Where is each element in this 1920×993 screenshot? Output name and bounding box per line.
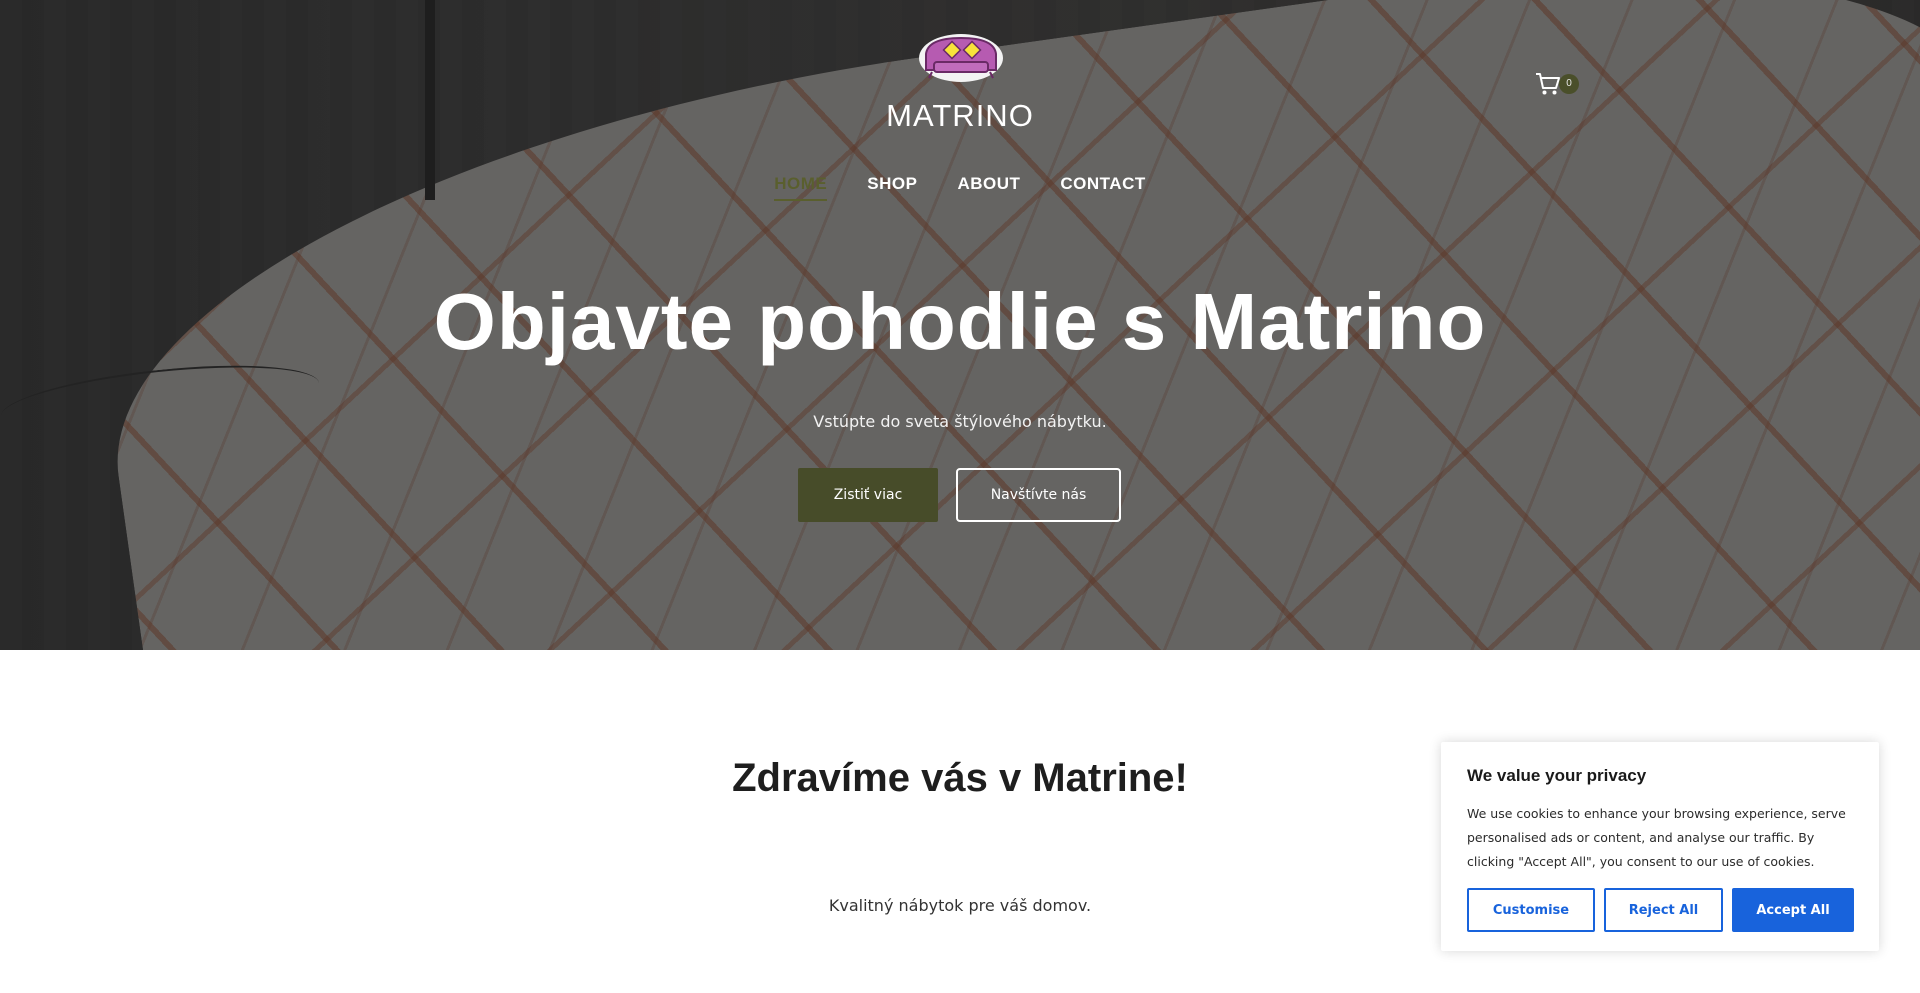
hero-title: Objavte pohodlie s Matrino (433, 277, 1487, 366)
nav-item-contact[interactable]: CONTACT (1060, 174, 1145, 201)
cart-icon (1536, 73, 1560, 95)
brand-name[interactable]: MATRINO (0, 98, 1920, 134)
customise-button[interactable]: Customise (1467, 888, 1595, 932)
nav-item-home[interactable]: HOME (774, 174, 828, 201)
cookie-title: We value your privacy (1467, 766, 1647, 785)
visit-us-button[interactable]: Navštívte nás (956, 468, 1121, 522)
hero-subtitle: Vstúpte do sveta štýlového nábytku. (813, 412, 1107, 431)
nav-item-shop[interactable]: SHOP (867, 174, 917, 201)
sofa-logo-icon[interactable] (916, 32, 1006, 84)
nav-item-about[interactable]: ABOUT (957, 174, 1020, 201)
cookie-text: We use cookies to enhance your browsing … (1467, 806, 1846, 869)
cookie-actions: Customise Reject All Accept All (1467, 888, 1854, 932)
cookie-consent-banner: We value your privacy We use cookies to … (1441, 742, 1879, 951)
main-nav: HOME SHOP ABOUT CONTACT (0, 174, 1920, 201)
cart-button[interactable]: 0 (1535, 72, 1585, 102)
cart-count-badge: 0 (1559, 74, 1579, 94)
hero-section: MATRINO HOME SHOP ABOUT CONTACT 0 Objavt… (0, 0, 1920, 650)
learn-more-button[interactable]: Zistiť viac (798, 468, 938, 522)
accept-all-button[interactable]: Accept All (1732, 888, 1854, 932)
reject-all-button[interactable]: Reject All (1604, 888, 1723, 932)
